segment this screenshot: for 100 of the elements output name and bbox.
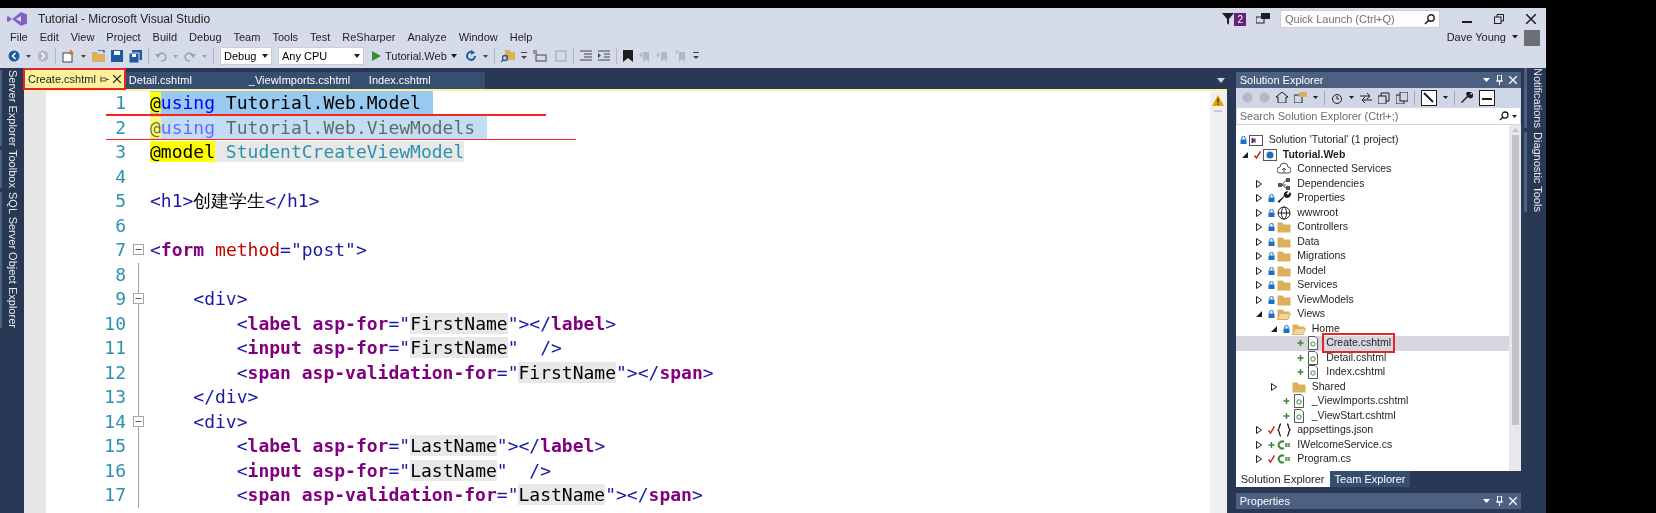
pin-icon[interactable] bbox=[1496, 496, 1503, 506]
collapsed-arrow-icon[interactable] bbox=[1256, 237, 1263, 246]
tree-item[interactable]: Dependencies bbox=[1235, 176, 1509, 191]
find-in-files-icon[interactable] bbox=[500, 49, 515, 63]
tree-item[interactable]: Shared bbox=[1235, 379, 1509, 394]
tree-item[interactable]: Model bbox=[1235, 263, 1509, 278]
caret-icon[interactable] bbox=[1512, 114, 1517, 118]
tree-item[interactable]: Properties bbox=[1235, 191, 1509, 206]
caret-icon[interactable] bbox=[1483, 78, 1490, 82]
start-button[interactable]: Tutorial.Web bbox=[370, 47, 459, 65]
pin-icon[interactable] bbox=[1496, 75, 1503, 85]
tree-item[interactable]: Connected Services bbox=[1235, 162, 1509, 177]
save-all-icon[interactable] bbox=[129, 49, 142, 63]
tree-item[interactable]: IWelcomeService.cs bbox=[1235, 437, 1509, 452]
collapse-icon[interactable] bbox=[132, 244, 144, 255]
filter-icon[interactable] bbox=[1222, 13, 1235, 25]
restore-icon[interactable] bbox=[1494, 14, 1504, 24]
tree-item[interactable]: Detail.cshtml bbox=[1235, 350, 1509, 365]
menu-item[interactable]: Edit bbox=[33, 28, 65, 46]
warning-icon[interactable] bbox=[1212, 95, 1225, 106]
collapsed-arrow-icon[interactable] bbox=[1256, 266, 1263, 275]
scrollbar[interactable] bbox=[1509, 125, 1521, 471]
tree-item[interactable]: Index.cshtml bbox=[1235, 365, 1509, 380]
tree-item[interactable]: _ViewStart.cshtml bbox=[1235, 408, 1509, 423]
editor-tab[interactable]: Index.cshtml bbox=[364, 72, 485, 89]
indent-icon[interactable] bbox=[597, 50, 610, 62]
menu-item[interactable]: ReSharper bbox=[336, 28, 402, 46]
refresh-icon[interactable] bbox=[464, 50, 477, 62]
expanded-arrow-icon[interactable] bbox=[1241, 151, 1248, 158]
preview-icon[interactable] bbox=[1478, 89, 1495, 106]
tree-item[interactable]: Program.cs bbox=[1235, 452, 1509, 467]
home-icon[interactable] bbox=[1275, 92, 1288, 103]
user-name[interactable]: Dave Young bbox=[1446, 28, 1506, 46]
tree-item[interactable]: appsettings.json bbox=[1235, 423, 1509, 438]
collapsed-arrow-icon[interactable] bbox=[1256, 455, 1263, 464]
tree-item[interactable]: Views bbox=[1235, 307, 1509, 322]
tab-list-dropdown-icon[interactable] bbox=[1216, 78, 1225, 83]
tree-item[interactable]: Migrations bbox=[1235, 249, 1509, 264]
search-field[interactable]: Search Solution Explorer (Ctrl+;) bbox=[1235, 107, 1521, 125]
notification-badge[interactable]: 2 bbox=[1234, 12, 1246, 26]
tree-item[interactable]: Services bbox=[1235, 278, 1509, 293]
side-panel-tab[interactable]: Notifications bbox=[1524, 68, 1548, 128]
menu-item[interactable]: Debug bbox=[183, 28, 228, 46]
panel-tab[interactable]: Team Explorer bbox=[1329, 471, 1411, 487]
overflow-icon[interactable] bbox=[520, 52, 527, 60]
collapsed-arrow-icon[interactable] bbox=[1256, 426, 1263, 435]
collapsed-arrow-icon[interactable] bbox=[1270, 382, 1277, 391]
feedback-icon[interactable] bbox=[1256, 13, 1270, 25]
menu-item[interactable]: Team bbox=[227, 28, 267, 46]
switch-views-icon[interactable] bbox=[1293, 92, 1307, 103]
wrench-icon[interactable] bbox=[1460, 91, 1473, 104]
editor-tab[interactable]: _ViewImports.cshtml bbox=[244, 72, 365, 89]
panel-tab[interactable]: Solution Explorer bbox=[1235, 471, 1330, 487]
bookmark-icon[interactable] bbox=[622, 50, 633, 62]
quick-launch-field[interactable]: Quick Launch (Ctrl+Q) bbox=[1280, 10, 1440, 28]
collapsed-arrow-icon[interactable] bbox=[1256, 194, 1263, 203]
show-all-files-icon[interactable] bbox=[1395, 91, 1408, 104]
caret-icon[interactable] bbox=[1442, 96, 1448, 99]
pending-changes-icon[interactable] bbox=[1330, 91, 1343, 104]
menu-item[interactable]: Analyze bbox=[401, 28, 453, 46]
sync-with-document-icon[interactable] bbox=[1420, 89, 1437, 106]
menu-item[interactable]: File bbox=[4, 28, 34, 46]
caret-icon[interactable] bbox=[81, 54, 86, 58]
menu-item[interactable]: Test bbox=[304, 28, 337, 46]
tree-item[interactable]: Controllers bbox=[1235, 220, 1509, 235]
menu-item[interactable]: Help bbox=[503, 28, 539, 46]
tree-item[interactable]: Home bbox=[1235, 321, 1509, 336]
caret-icon[interactable] bbox=[1512, 35, 1518, 39]
caret-icon[interactable] bbox=[26, 54, 31, 58]
menu-item[interactable]: View bbox=[64, 28, 101, 46]
overflow-icon[interactable] bbox=[692, 52, 699, 60]
collapsed-arrow-icon[interactable] bbox=[1256, 208, 1263, 217]
editor-tab[interactable]: Detail.cshtml bbox=[124, 72, 245, 89]
comment-icon[interactable] bbox=[532, 50, 547, 62]
tree-item[interactable]: wwwroot bbox=[1235, 205, 1509, 220]
collapse-icon[interactable] bbox=[132, 415, 144, 427]
save-icon[interactable] bbox=[111, 50, 123, 62]
side-panel-tab[interactable]: Diagnostic Tools bbox=[1524, 131, 1548, 212]
folder-icon[interactable] bbox=[92, 50, 105, 62]
tree-item[interactable]: ViewModels bbox=[1235, 292, 1509, 307]
collapsed-arrow-icon[interactable] bbox=[1256, 281, 1263, 290]
expanded-arrow-icon[interactable] bbox=[1270, 325, 1277, 332]
caret-icon[interactable] bbox=[1483, 499, 1490, 503]
collapsed-arrow-icon[interactable] bbox=[1256, 223, 1263, 232]
expanded-arrow-icon[interactable] bbox=[1256, 311, 1263, 318]
tree-item[interactable]: _ViewImports.cshtml bbox=[1235, 394, 1509, 409]
tree-item[interactable]: Solution 'Tutorial' (1 project) bbox=[1235, 133, 1509, 148]
platform-dropdown[interactable]: Any CPU bbox=[278, 47, 364, 65]
caret-icon[interactable] bbox=[1348, 96, 1354, 99]
menu-item[interactable]: Tools bbox=[266, 28, 305, 46]
collapsed-arrow-icon[interactable] bbox=[1256, 440, 1263, 449]
collapsed-arrow-icon[interactable] bbox=[1256, 295, 1263, 304]
collapse-icon[interactable] bbox=[132, 293, 144, 304]
sync-icon[interactable] bbox=[1359, 92, 1372, 103]
menu-item[interactable]: Build bbox=[146, 28, 184, 46]
tree-item[interactable]: Tutorial.Web bbox=[1235, 147, 1509, 162]
menu-item[interactable]: Window bbox=[452, 28, 504, 46]
collapsed-arrow-icon[interactable] bbox=[1256, 252, 1263, 261]
tree-item[interactable]: Create.cshtml bbox=[1235, 336, 1509, 351]
configuration-dropdown[interactable]: Debug bbox=[220, 47, 272, 65]
